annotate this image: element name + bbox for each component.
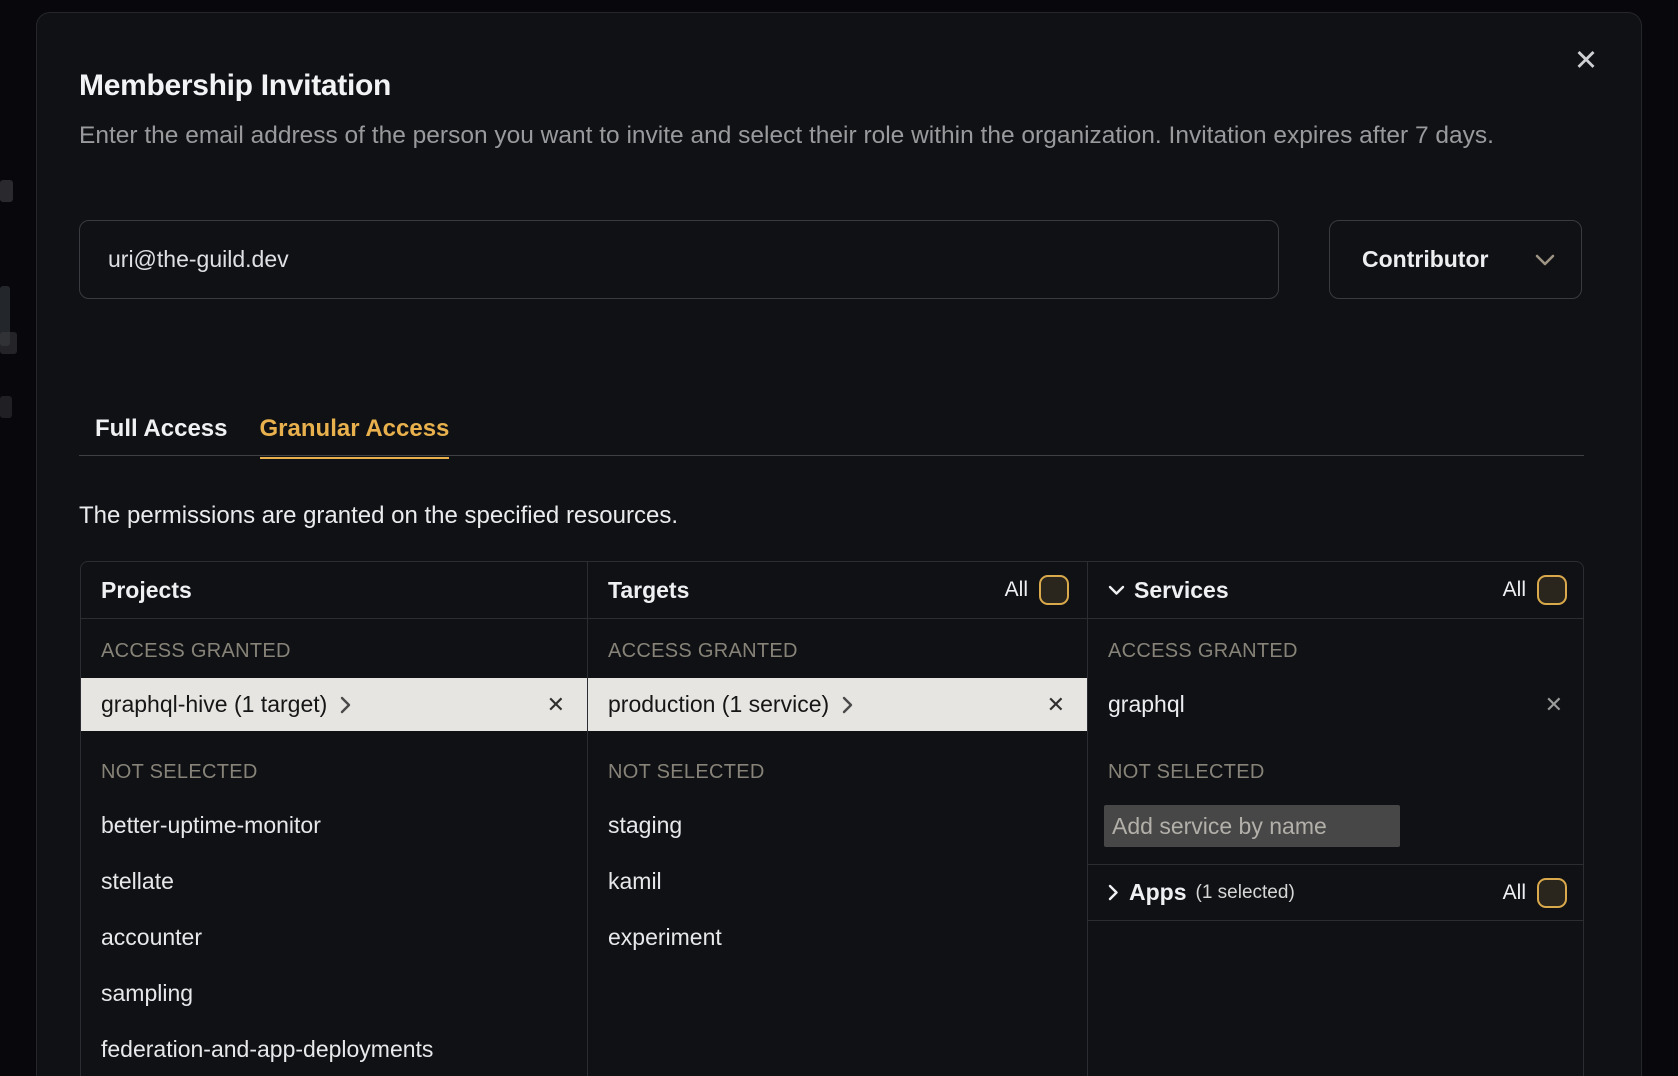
permissions-note: The permissions are granted on the speci…	[79, 502, 678, 530]
access-tabs: Full Access Granular Access	[79, 415, 465, 459]
apps-all-checkbox[interactable]	[1537, 878, 1567, 908]
access-granted-label: ACCESS GRANTED	[608, 639, 1067, 663]
background-artifact	[0, 180, 13, 202]
projects-list: better-uptime-monitor stellate accounter…	[81, 797, 587, 1076]
project-item[interactable]: sampling	[81, 965, 587, 1021]
apps-all-label: All	[1503, 881, 1526, 905]
targets-column-header: Targets All	[588, 562, 1087, 619]
not-selected-label: NOT SELECTED	[608, 760, 1067, 784]
not-selected-label: NOT SELECTED	[101, 760, 567, 784]
projects-header-label: Projects	[101, 577, 192, 604]
services-all-checkbox[interactable]	[1537, 575, 1567, 605]
dialog-description: Enter the email address of the person yo…	[79, 117, 1574, 155]
chevron-down-icon	[1108, 585, 1125, 596]
background-artifact	[0, 332, 17, 354]
services-all-group: All	[1503, 575, 1567, 605]
tab-full-access[interactable]: Full Access	[79, 415, 244, 459]
chevron-right-icon	[1108, 884, 1119, 901]
tabs-divider	[79, 455, 1584, 456]
resources-panel: Projects ACCESS GRANTED graphql-hive (1 …	[80, 561, 1584, 1076]
close-icon[interactable]: ✕	[1568, 43, 1604, 79]
services-all-label: All	[1503, 578, 1526, 602]
targets-all-checkbox[interactable]	[1039, 575, 1069, 605]
apps-row[interactable]: Apps (1 selected) All	[1088, 865, 1584, 921]
remove-target-icon[interactable]: ✕	[1047, 692, 1065, 718]
dialog-title: Membership Invitation	[79, 69, 391, 103]
target-item[interactable]: experiment	[588, 909, 1087, 965]
target-item[interactable]: kamil	[588, 853, 1087, 909]
tab-underline	[95, 457, 228, 459]
targets-all-label: All	[1005, 578, 1028, 602]
granted-service-row[interactable]: graphql ✕	[1088, 678, 1584, 731]
role-select[interactable]: Contributor	[1329, 220, 1582, 299]
chevron-right-icon	[842, 696, 853, 714]
apps-label: Apps	[1129, 879, 1187, 906]
granted-service-name: graphql	[1108, 691, 1185, 718]
services-header-label: Services	[1134, 577, 1229, 604]
tab-granular-access-label: Granular Access	[260, 415, 450, 442]
targets-list: staging kamil experiment	[588, 797, 1087, 965]
remove-service-icon[interactable]: ✕	[1545, 692, 1563, 718]
project-item[interactable]: federation-and-app-deployments	[81, 1021, 587, 1076]
projects-column: Projects ACCESS GRANTED graphql-hive (1 …	[81, 562, 588, 1076]
membership-invitation-dialog: ✕ Membership Invitation Enter the email …	[36, 12, 1642, 1076]
project-item[interactable]: stellate	[81, 853, 587, 909]
apps-all-group: All	[1503, 878, 1567, 908]
granted-target-name: production (1 service)	[608, 691, 829, 718]
services-column-header[interactable]: Services All	[1088, 562, 1584, 619]
granted-target-row[interactable]: production (1 service) ✕	[588, 678, 1087, 731]
role-select-value: Contributor	[1362, 246, 1488, 273]
access-granted-label: ACCESS GRANTED	[1108, 639, 1565, 663]
not-selected-label: NOT SELECTED	[1108, 760, 1565, 784]
remove-project-icon[interactable]: ✕	[547, 692, 565, 718]
project-item[interactable]: accounter	[81, 909, 587, 965]
apps-count: (1 selected)	[1196, 882, 1295, 904]
target-item[interactable]: staging	[588, 797, 1087, 853]
projects-column-header: Projects	[81, 562, 587, 619]
add-service-input[interactable]	[1104, 805, 1400, 847]
tab-underline	[260, 457, 450, 459]
targets-header-label: Targets	[608, 577, 689, 604]
targets-column: Targets All ACCESS GRANTED production (1…	[588, 562, 1088, 1076]
tab-granular-access[interactable]: Granular Access	[244, 415, 466, 459]
tab-full-access-label: Full Access	[95, 415, 228, 442]
targets-all-group: All	[1005, 575, 1069, 605]
services-column: Services All ACCESS GRANTED graphql ✕ NO…	[1088, 562, 1584, 1076]
background-artifact	[0, 396, 12, 418]
chevron-down-icon	[1535, 254, 1555, 266]
granted-project-row[interactable]: graphql-hive (1 target) ✕	[81, 678, 587, 731]
granted-project-name: graphql-hive (1 target)	[101, 691, 327, 718]
access-granted-label: ACCESS GRANTED	[101, 639, 567, 663]
chevron-right-icon	[340, 696, 351, 714]
project-item[interactable]: better-uptime-monitor	[81, 797, 587, 853]
email-input[interactable]	[79, 220, 1279, 299]
